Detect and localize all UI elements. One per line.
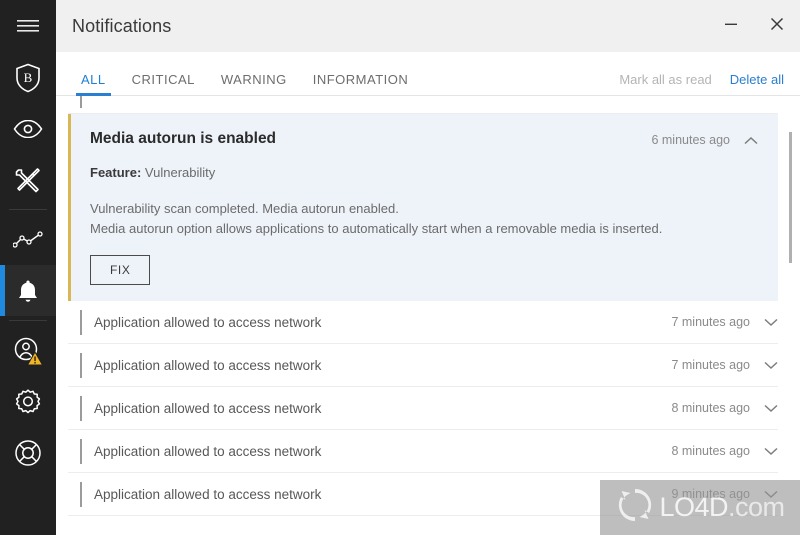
tab-list: ALL CRITICAL WARNING INFORMATION bbox=[72, 52, 425, 95]
notification-list: Media autorun is enabled 6 minutes ago F… bbox=[56, 96, 800, 535]
account-warning-icon bbox=[13, 336, 43, 366]
sidebar-item-settings[interactable] bbox=[0, 376, 56, 427]
sidebar-divider bbox=[9, 320, 47, 321]
card-header: Media autorun is enabled 6 minutes ago bbox=[90, 130, 758, 150]
sidebar-spacer bbox=[0, 478, 56, 535]
feature-value: Vulnerability bbox=[145, 165, 215, 180]
delete-all-button[interactable]: Delete all bbox=[730, 73, 784, 86]
notification-body: Vulnerability scan completed. Media auto… bbox=[90, 199, 758, 239]
bell-icon bbox=[17, 279, 39, 303]
list-item[interactable]: Application allowed to access network 9 … bbox=[68, 473, 778, 516]
minimize-icon bbox=[724, 17, 738, 36]
notification-card-expanded[interactable]: Media autorun is enabled 6 minutes ago F… bbox=[68, 114, 778, 301]
chevron-down-icon[interactable] bbox=[764, 318, 778, 327]
minimize-button[interactable] bbox=[708, 0, 754, 52]
sidebar-item-notifications[interactable] bbox=[0, 265, 56, 316]
notification-body-line-2: Media autorun option allows applications… bbox=[90, 219, 758, 239]
list-item-label: Application allowed to access network bbox=[94, 401, 321, 416]
notification-timestamp: 6 minutes ago bbox=[651, 130, 730, 147]
tab-warning[interactable]: WARNING bbox=[212, 73, 296, 95]
list-item-label: Application allowed to access network bbox=[94, 487, 321, 502]
scrollbar-thumb[interactable] bbox=[789, 132, 792, 263]
feature-label: Feature: bbox=[90, 165, 141, 180]
shield-b-icon: B bbox=[15, 63, 41, 93]
chevron-down-icon[interactable] bbox=[764, 490, 778, 499]
sidebar-item-protection[interactable]: B bbox=[0, 52, 56, 103]
window-controls bbox=[708, 0, 800, 52]
sidebar-divider bbox=[9, 209, 47, 210]
list-item-timestamp: 8 minutes ago bbox=[671, 401, 750, 415]
window-titlebar: Notifications bbox=[56, 0, 800, 52]
sidebar-item-menu-toggle[interactable] bbox=[0, 0, 56, 52]
notification-filter-tabs: ALL CRITICAL WARNING INFORMATION Mark al… bbox=[56, 52, 800, 96]
tools-icon bbox=[15, 167, 41, 193]
chevron-down-icon[interactable] bbox=[764, 361, 778, 370]
sidebar-item-account[interactable] bbox=[0, 325, 56, 376]
list-item-timestamp: 7 minutes ago bbox=[671, 315, 750, 329]
list-scrollbar[interactable] bbox=[786, 96, 794, 535]
list-item-timestamp: 7 minutes ago bbox=[671, 358, 750, 372]
sidebar-item-support[interactable] bbox=[0, 427, 56, 478]
tab-actions: Mark all as read Delete all bbox=[619, 73, 784, 95]
svg-text:B: B bbox=[24, 70, 33, 85]
list-item-partial[interactable] bbox=[68, 96, 778, 114]
notification-feature: Feature: Vulnerability bbox=[90, 165, 758, 180]
notification-body-line-1: Vulnerability scan completed. Media auto… bbox=[90, 199, 758, 219]
tab-all[interactable]: ALL bbox=[72, 73, 115, 95]
list-item[interactable]: Application allowed to access network 7 … bbox=[68, 344, 778, 387]
sidebar-item-activity[interactable] bbox=[0, 214, 56, 265]
list-item-label: Application allowed to access network bbox=[94, 444, 321, 459]
eye-icon bbox=[13, 120, 43, 138]
notification-title: Media autorun is enabled bbox=[90, 130, 651, 148]
list-item[interactable]: Application allowed to access network 8 … bbox=[68, 430, 778, 473]
lifebuoy-icon bbox=[14, 439, 42, 467]
main-panel: Notifications bbox=[56, 0, 800, 535]
list-item-label: Application allowed to access network bbox=[94, 358, 321, 373]
row-accent-bar bbox=[80, 96, 82, 108]
notification-list-viewport: Media autorun is enabled 6 minutes ago F… bbox=[56, 96, 800, 535]
chevron-down-icon[interactable] bbox=[764, 404, 778, 413]
gear-icon bbox=[15, 389, 41, 415]
sidebar-item-utilities[interactable] bbox=[0, 154, 56, 205]
close-icon bbox=[770, 17, 784, 36]
mark-all-as-read-button[interactable]: Mark all as read bbox=[619, 73, 711, 86]
chevron-up-icon[interactable] bbox=[744, 130, 758, 150]
activity-icon bbox=[13, 231, 43, 249]
list-item[interactable]: Application allowed to access network 8 … bbox=[68, 387, 778, 430]
fix-button[interactable]: FIX bbox=[90, 255, 150, 285]
close-button[interactable] bbox=[754, 0, 800, 52]
list-item-timestamp: 8 minutes ago bbox=[671, 444, 750, 458]
page-title: Notifications bbox=[72, 16, 171, 37]
tab-information[interactable]: INFORMATION bbox=[304, 73, 418, 95]
list-item-label: Application allowed to access network bbox=[94, 315, 321, 330]
notifications-window: B bbox=[0, 0, 800, 535]
hamburger-icon bbox=[17, 19, 39, 33]
sidebar-item-privacy[interactable] bbox=[0, 103, 56, 154]
app-sidebar: B bbox=[0, 0, 56, 535]
chevron-down-icon[interactable] bbox=[756, 96, 770, 102]
chevron-down-icon[interactable] bbox=[764, 447, 778, 456]
tab-critical[interactable]: CRITICAL bbox=[123, 73, 204, 95]
list-item-timestamp: 9 minutes ago bbox=[671, 487, 750, 501]
list-item[interactable]: Application allowed to access network 7 … bbox=[68, 301, 778, 344]
